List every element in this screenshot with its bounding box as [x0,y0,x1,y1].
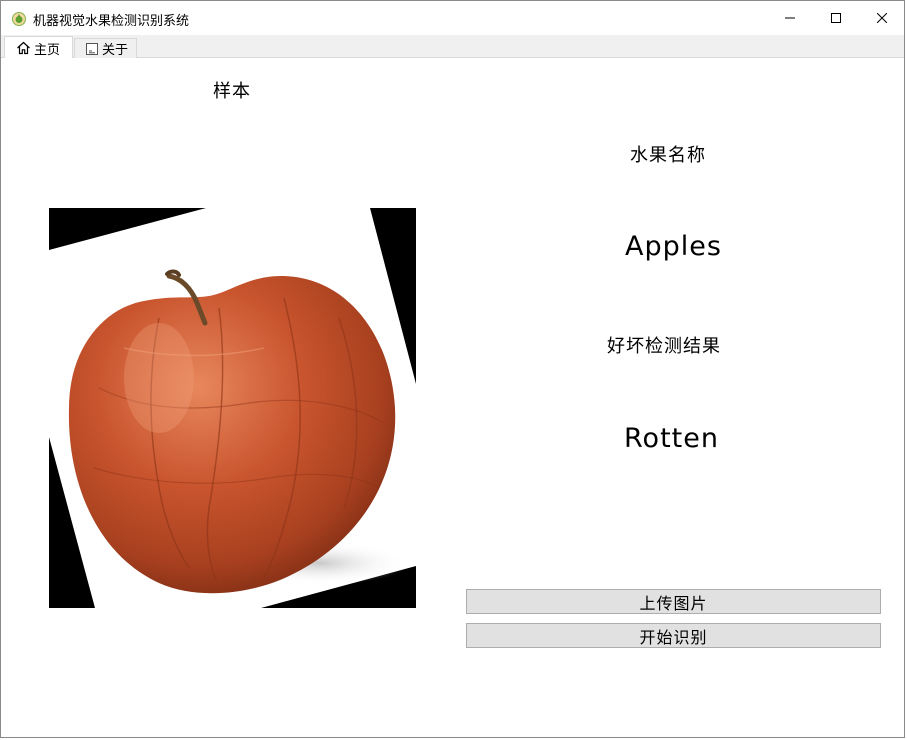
quality-result-value: Rotten [624,423,719,454]
sample-image [49,208,416,608]
start-recognition-button[interactable]: 开始识别 [466,623,881,648]
apple-image [49,208,416,608]
maximize-button[interactable] [813,1,859,35]
tab-about-label: 关于 [102,43,129,58]
app-window: 机器视觉水果检测识别系统 主页 关于 样本 水果名称 Apples 好坏检测结果… [0,0,905,738]
close-button[interactable] [859,1,905,35]
maximize-icon [831,13,841,23]
sample-label: 样本 [213,81,251,102]
minimize-icon [785,17,795,19]
tab-bar: 主页 关于 [1,35,904,59]
close-icon [877,13,887,23]
app-logo-icon [12,11,26,26]
window-title: 机器视觉水果检测识别系统 [33,14,190,29]
tab-home[interactable]: 主页 [4,36,73,59]
minimize-button[interactable] [767,1,813,35]
fruit-name-label: 水果名称 [630,145,706,166]
main-panel: 样本 水果名称 Apples 好坏检测结果 Rotten 上传图片 开始识别 [1,58,904,737]
upload-image-button[interactable]: 上传图片 [466,589,881,614]
tab-about[interactable]: 关于 [74,38,137,58]
title-bar[interactable]: 机器视觉水果检测识别系统 [1,1,904,35]
home-icon [17,41,30,55]
document-icon [86,42,98,55]
fruit-name-value: Apples [625,231,722,262]
tab-home-label: 主页 [34,42,61,58]
quality-result-label: 好坏检测结果 [607,336,721,357]
